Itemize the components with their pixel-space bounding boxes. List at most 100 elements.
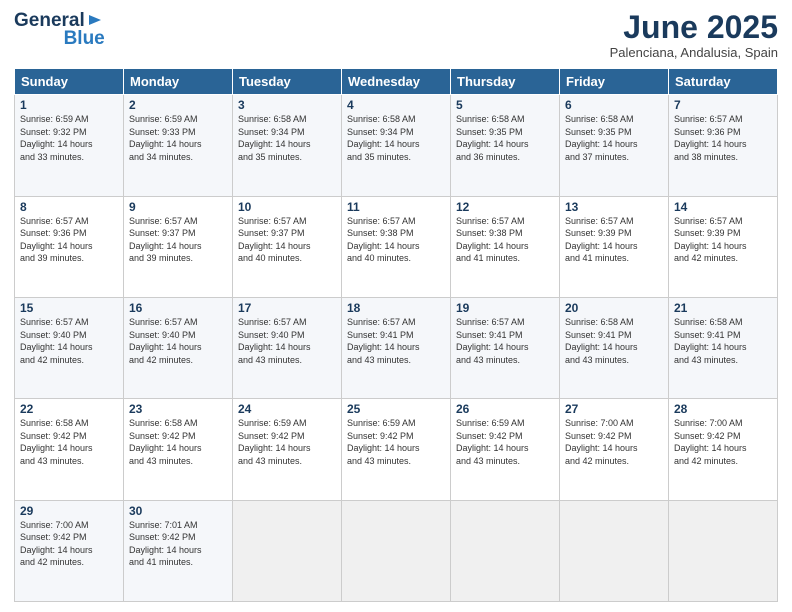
day-cell-30: 30Sunrise: 7:01 AMSunset: 9:42 PMDayligh… — [124, 500, 233, 601]
day-number: 17 — [238, 301, 336, 315]
day-cell-4: 4Sunrise: 6:58 AMSunset: 9:34 PMDaylight… — [342, 95, 451, 196]
day-cell-23: 23Sunrise: 6:58 AMSunset: 9:42 PMDayligh… — [124, 399, 233, 500]
week-row-2: 8Sunrise: 6:57 AMSunset: 9:36 PMDaylight… — [15, 196, 778, 297]
day-number: 6 — [565, 98, 663, 112]
day-cell-13: 13Sunrise: 6:57 AMSunset: 9:39 PMDayligh… — [560, 196, 669, 297]
day-info: Sunrise: 6:57 AMSunset: 9:37 PMDaylight:… — [238, 215, 336, 265]
day-number: 14 — [674, 200, 772, 214]
day-cell-14: 14Sunrise: 6:57 AMSunset: 9:39 PMDayligh… — [669, 196, 778, 297]
day-number: 21 — [674, 301, 772, 315]
day-cell-17: 17Sunrise: 6:57 AMSunset: 9:40 PMDayligh… — [233, 297, 342, 398]
calendar-table: SundayMondayTuesdayWednesdayThursdayFrid… — [14, 68, 778, 602]
day-info: Sunrise: 6:57 AMSunset: 9:40 PMDaylight:… — [20, 316, 118, 366]
day-cell-21: 21Sunrise: 6:58 AMSunset: 9:41 PMDayligh… — [669, 297, 778, 398]
col-header-friday: Friday — [560, 69, 669, 95]
day-cell-16: 16Sunrise: 6:57 AMSunset: 9:40 PMDayligh… — [124, 297, 233, 398]
empty-cell — [451, 500, 560, 601]
day-number: 22 — [20, 402, 118, 416]
col-header-thursday: Thursday — [451, 69, 560, 95]
day-number: 30 — [129, 504, 227, 518]
title-area: June 2025 Palenciana, Andalusia, Spain — [610, 10, 778, 60]
day-info: Sunrise: 6:57 AMSunset: 9:36 PMDaylight:… — [20, 215, 118, 265]
day-cell-19: 19Sunrise: 6:57 AMSunset: 9:41 PMDayligh… — [451, 297, 560, 398]
day-info: Sunrise: 6:58 AMSunset: 9:42 PMDaylight:… — [129, 417, 227, 467]
day-cell-25: 25Sunrise: 6:59 AMSunset: 9:42 PMDayligh… — [342, 399, 451, 500]
day-number: 29 — [20, 504, 118, 518]
day-cell-26: 26Sunrise: 6:59 AMSunset: 9:42 PMDayligh… — [451, 399, 560, 500]
day-number: 13 — [565, 200, 663, 214]
day-info: Sunrise: 6:57 AMSunset: 9:41 PMDaylight:… — [456, 316, 554, 366]
day-number: 10 — [238, 200, 336, 214]
week-row-3: 15Sunrise: 6:57 AMSunset: 9:40 PMDayligh… — [15, 297, 778, 398]
day-number: 8 — [20, 200, 118, 214]
col-header-tuesday: Tuesday — [233, 69, 342, 95]
day-number: 11 — [347, 200, 445, 214]
day-cell-27: 27Sunrise: 7:00 AMSunset: 9:42 PMDayligh… — [560, 399, 669, 500]
day-number: 25 — [347, 402, 445, 416]
day-info: Sunrise: 6:59 AMSunset: 9:33 PMDaylight:… — [129, 113, 227, 163]
day-number: 18 — [347, 301, 445, 315]
day-number: 12 — [456, 200, 554, 214]
day-number: 2 — [129, 98, 227, 112]
logo: General Blue — [14, 10, 108, 50]
day-cell-5: 5Sunrise: 6:58 AMSunset: 9:35 PMDaylight… — [451, 95, 560, 196]
day-info: Sunrise: 6:57 AMSunset: 9:40 PMDaylight:… — [238, 316, 336, 366]
day-number: 28 — [674, 402, 772, 416]
day-info: Sunrise: 6:58 AMSunset: 9:35 PMDaylight:… — [565, 113, 663, 163]
day-cell-20: 20Sunrise: 6:58 AMSunset: 9:41 PMDayligh… — [560, 297, 669, 398]
day-cell-1: 1Sunrise: 6:59 AMSunset: 9:32 PMDaylight… — [15, 95, 124, 196]
day-info: Sunrise: 6:57 AMSunset: 9:37 PMDaylight:… — [129, 215, 227, 265]
day-cell-9: 9Sunrise: 6:57 AMSunset: 9:37 PMDaylight… — [124, 196, 233, 297]
day-info: Sunrise: 6:58 AMSunset: 9:34 PMDaylight:… — [238, 113, 336, 163]
day-cell-11: 11Sunrise: 6:57 AMSunset: 9:38 PMDayligh… — [342, 196, 451, 297]
day-cell-18: 18Sunrise: 6:57 AMSunset: 9:41 PMDayligh… — [342, 297, 451, 398]
day-info: Sunrise: 6:58 AMSunset: 9:34 PMDaylight:… — [347, 113, 445, 163]
day-number: 23 — [129, 402, 227, 416]
col-header-monday: Monday — [124, 69, 233, 95]
day-info: Sunrise: 6:58 AMSunset: 9:35 PMDaylight:… — [456, 113, 554, 163]
month-title: June 2025 — [610, 10, 778, 45]
day-info: Sunrise: 7:01 AMSunset: 9:42 PMDaylight:… — [129, 519, 227, 569]
logo-blue: Blue — [64, 28, 105, 50]
day-info: Sunrise: 6:57 AMSunset: 9:38 PMDaylight:… — [456, 215, 554, 265]
empty-cell — [233, 500, 342, 601]
day-number: 4 — [347, 98, 445, 112]
page: General Blue June 2025 Palenciana, Andal… — [0, 0, 792, 612]
day-info: Sunrise: 7:00 AMSunset: 9:42 PMDaylight:… — [674, 417, 772, 467]
logo-icon — [87, 11, 105, 29]
day-number: 27 — [565, 402, 663, 416]
week-row-4: 22Sunrise: 6:58 AMSunset: 9:42 PMDayligh… — [15, 399, 778, 500]
day-cell-7: 7Sunrise: 6:57 AMSunset: 9:36 PMDaylight… — [669, 95, 778, 196]
location: Palenciana, Andalusia, Spain — [610, 45, 778, 60]
day-number: 20 — [565, 301, 663, 315]
col-header-wednesday: Wednesday — [342, 69, 451, 95]
day-number: 7 — [674, 98, 772, 112]
day-info: Sunrise: 6:57 AMSunset: 9:39 PMDaylight:… — [674, 215, 772, 265]
empty-cell — [560, 500, 669, 601]
day-cell-28: 28Sunrise: 7:00 AMSunset: 9:42 PMDayligh… — [669, 399, 778, 500]
day-info: Sunrise: 6:58 AMSunset: 9:41 PMDaylight:… — [565, 316, 663, 366]
day-info: Sunrise: 6:59 AMSunset: 9:42 PMDaylight:… — [347, 417, 445, 467]
col-header-saturday: Saturday — [669, 69, 778, 95]
day-cell-2: 2Sunrise: 6:59 AMSunset: 9:33 PMDaylight… — [124, 95, 233, 196]
day-info: Sunrise: 7:00 AMSunset: 9:42 PMDaylight:… — [20, 519, 118, 569]
day-cell-8: 8Sunrise: 6:57 AMSunset: 9:36 PMDaylight… — [15, 196, 124, 297]
day-cell-24: 24Sunrise: 6:59 AMSunset: 9:42 PMDayligh… — [233, 399, 342, 500]
day-number: 5 — [456, 98, 554, 112]
day-cell-22: 22Sunrise: 6:58 AMSunset: 9:42 PMDayligh… — [15, 399, 124, 500]
day-info: Sunrise: 6:59 AMSunset: 9:42 PMDaylight:… — [456, 417, 554, 467]
day-info: Sunrise: 6:58 AMSunset: 9:42 PMDaylight:… — [20, 417, 118, 467]
day-cell-6: 6Sunrise: 6:58 AMSunset: 9:35 PMDaylight… — [560, 95, 669, 196]
empty-cell — [669, 500, 778, 601]
header-row: SundayMondayTuesdayWednesdayThursdayFrid… — [15, 69, 778, 95]
day-number: 15 — [20, 301, 118, 315]
day-number: 3 — [238, 98, 336, 112]
day-info: Sunrise: 6:57 AMSunset: 9:36 PMDaylight:… — [674, 113, 772, 163]
day-number: 16 — [129, 301, 227, 315]
day-number: 1 — [20, 98, 118, 112]
col-header-sunday: Sunday — [15, 69, 124, 95]
day-cell-15: 15Sunrise: 6:57 AMSunset: 9:40 PMDayligh… — [15, 297, 124, 398]
day-info: Sunrise: 6:57 AMSunset: 9:41 PMDaylight:… — [347, 316, 445, 366]
header: General Blue June 2025 Palenciana, Andal… — [14, 10, 778, 60]
day-info: Sunrise: 6:57 AMSunset: 9:39 PMDaylight:… — [565, 215, 663, 265]
